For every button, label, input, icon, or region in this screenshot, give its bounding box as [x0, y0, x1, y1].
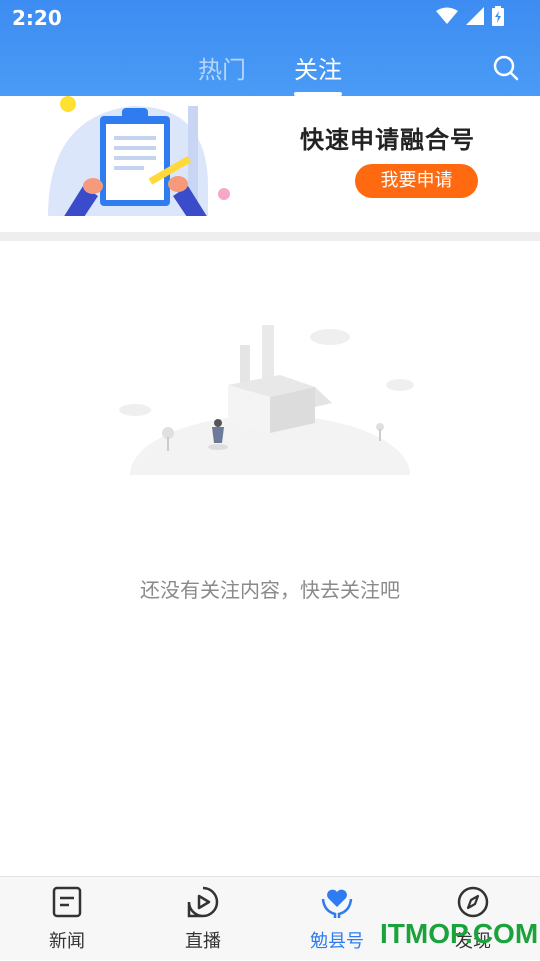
nav-label-news: 新闻 — [49, 931, 85, 952]
top-tabs: 热门 关注 — [0, 44, 540, 96]
clipboard-illustration — [48, 96, 230, 216]
tab-follow[interactable]: 关注 — [294, 50, 342, 85]
wifi-icon — [436, 7, 458, 24]
apply-button[interactable]: 我要申请 — [355, 164, 478, 198]
section-divider — [0, 232, 540, 241]
signal-icon — [466, 7, 484, 25]
site-watermark: ITMOP.COM — [380, 918, 539, 949]
nav-item-county[interactable]: 勉县号 — [287, 877, 387, 961]
empty-state-message: 还没有关注内容，快去关注吧 — [140, 578, 400, 602]
compass-icon — [457, 886, 489, 918]
status-time: 2:20 — [12, 6, 62, 30]
status-icons — [436, 6, 504, 26]
battery-icon — [492, 6, 504, 26]
banner-title: 快速申请融合号 — [300, 126, 475, 154]
heart-hands-icon — [321, 889, 353, 918]
search-icon[interactable] — [492, 54, 520, 82]
nav-label-live: 直播 — [185, 931, 221, 952]
nav-label-county: 勉县号 — [310, 931, 364, 952]
nav-item-news[interactable]: 新闻 — [17, 877, 117, 961]
status-bar: 2:20 — [0, 0, 540, 36]
apply-banner[interactable]: 快速申请融合号 我要申请 — [8, 96, 532, 216]
top-header: 2:20 热门 关注 — [0, 0, 540, 96]
empty-box-illustration — [119, 325, 414, 545]
news-icon — [52, 886, 82, 918]
nav-item-live[interactable]: 直播 — [153, 877, 253, 961]
tab-hot[interactable]: 热门 — [198, 50, 246, 85]
play-icon — [187, 886, 219, 918]
